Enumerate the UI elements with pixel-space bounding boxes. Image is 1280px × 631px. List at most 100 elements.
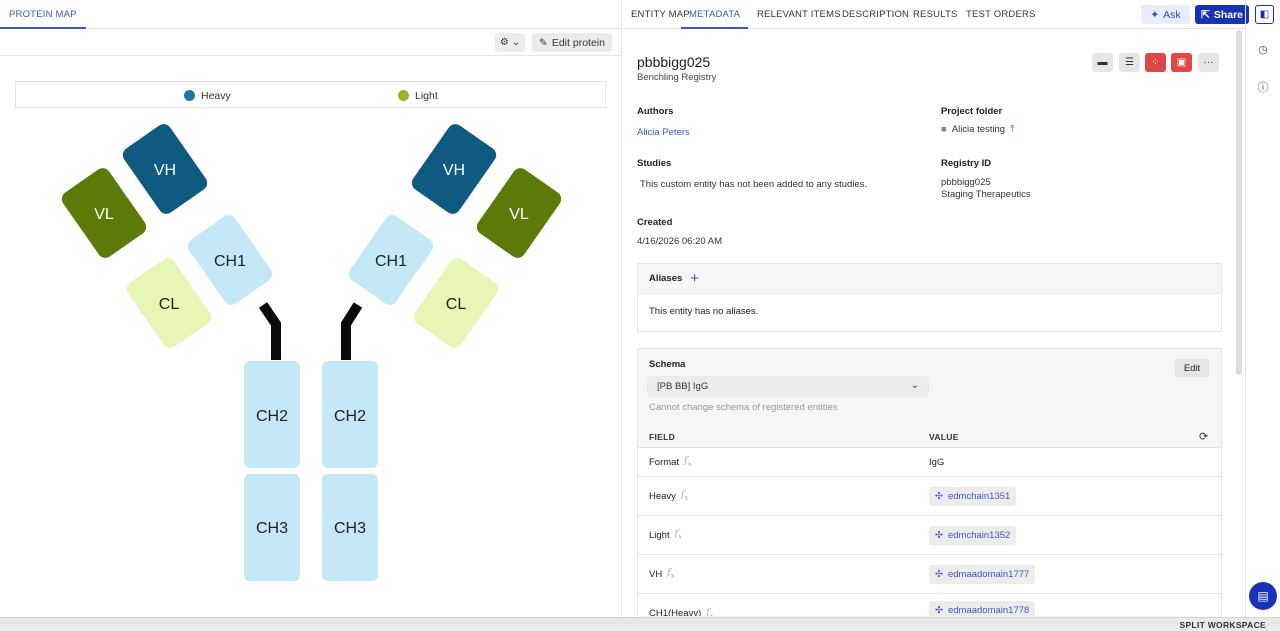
- tab-protein-map[interactable]: PROTEIN MAP: [0, 0, 86, 29]
- domain-ch2-right[interactable]: CH2: [322, 361, 378, 468]
- project-folder-value[interactable]: ■ Alicia testing ⤒: [941, 124, 1014, 135]
- tab-description[interactable]: DESCRIPTION: [842, 0, 909, 29]
- history-icon[interactable]: ◷: [1256, 42, 1270, 56]
- unregister-button[interactable]: ⁘: [1145, 53, 1166, 72]
- table-row: Format fx IgG: [638, 448, 1221, 477]
- protein-map-pane: PROTEIN MAP ⚙ ⌄ ✎ Edit protein Heavy Lig…: [0, 0, 622, 617]
- more-actions-button[interactable]: ···: [1198, 53, 1219, 72]
- share-button[interactable]: ⇱ Share: [1195, 5, 1249, 24]
- toggle-panel-button[interactable]: ◧: [1255, 5, 1274, 24]
- table-row: Light fx ✣ edmchain1352: [638, 516, 1221, 555]
- domain-vl-right[interactable]: VL: [474, 165, 565, 261]
- table-row: CH1(Heavy) fx ✣ edmaadomain1778: [638, 594, 1221, 616]
- domain-label: CL: [159, 296, 180, 313]
- domain-vl-left[interactable]: VL: [59, 165, 150, 261]
- entity-link-chip[interactable]: ✣ edmchain1351: [929, 486, 1017, 506]
- chevron-down-icon: ⌄: [511, 37, 521, 48]
- chip-label: edmchain1352: [947, 529, 1011, 541]
- tab-results[interactable]: RESULTS: [913, 0, 958, 29]
- metadata-scrollbar[interactable]: [1236, 30, 1242, 375]
- project-folder-label: Project folder: [941, 106, 1003, 117]
- edit-protein-label: Edit protein: [551, 36, 605, 49]
- author-link[interactable]: Alicia Peters: [637, 127, 690, 138]
- created-value: 4/16/2026 06:20 AM: [637, 236, 723, 247]
- chat-button[interactable]: ▤: [1249, 582, 1277, 610]
- domain-vh-right[interactable]: VH: [409, 121, 500, 217]
- field-value: ✣ edmaadomain1777: [929, 555, 1036, 593]
- created-label: Created: [637, 217, 673, 228]
- schema-panel: Schema Edit [PB BB] IgG ⌄ Cannot change …: [637, 348, 1222, 617]
- tab-relevant-items[interactable]: RELEVANT ITEMS: [757, 0, 841, 29]
- panel-toggle-icon: ◧: [1259, 9, 1270, 20]
- domain-label: CL: [446, 296, 467, 313]
- formula-icon: fx: [684, 456, 692, 468]
- hinge-right: [341, 302, 363, 360]
- field-value: IgG: [929, 456, 945, 468]
- sparkle-icon: ✦: [1150, 8, 1160, 21]
- settings-dropdown-button[interactable]: ⚙ ⌄: [495, 33, 525, 52]
- legend-item-light: Light: [398, 82, 438, 109]
- tab-metadata[interactable]: METADATA: [681, 0, 749, 29]
- authors-label: Authors: [637, 106, 674, 117]
- field-name: Heavy fx: [649, 477, 689, 515]
- domain-label: VH: [443, 162, 465, 179]
- domain-label: CH3: [334, 520, 366, 537]
- domain-cl-left[interactable]: CL: [124, 255, 215, 351]
- folder-icon: ■: [941, 124, 947, 135]
- entity-link-chip[interactable]: ✣ edmaadomain1778: [929, 600, 1036, 616]
- schema-label: Schema: [649, 359, 686, 370]
- aliases-empty: This entity has no aliases.: [649, 306, 759, 317]
- edit-protein-button[interactable]: ✎ Edit protein: [532, 33, 612, 52]
- info-icon[interactable]: ⓘ: [1256, 80, 1270, 94]
- project-folder-name: Alicia testing: [951, 124, 1006, 135]
- heavy-dot-icon: [184, 90, 195, 101]
- domain-ch1-right[interactable]: CH1: [346, 212, 437, 308]
- field-label: Format: [649, 456, 680, 468]
- chip-label: edmaadomain1777: [947, 568, 1030, 580]
- domain-label: CH3: [256, 520, 288, 537]
- tab-test-orders[interactable]: TEST ORDERS: [966, 0, 1036, 29]
- entity-name: pbbbigg025: [637, 54, 711, 70]
- move-to-folder-button[interactable]: ▬: [1092, 53, 1113, 72]
- field-name: VH fx: [649, 555, 675, 593]
- formula-icon: fx: [674, 529, 683, 541]
- studies-value: This custom entity has not been added to…: [640, 179, 868, 190]
- entity-link-chip[interactable]: ✣ edmchain1352: [929, 525, 1017, 545]
- ask-button[interactable]: ✦ Ask: [1141, 5, 1190, 24]
- legend-label-light: Light: [415, 89, 438, 102]
- schema-edit-button[interactable]: Edit: [1175, 359, 1209, 377]
- table-header: FIELD VALUE ⟳: [638, 424, 1221, 448]
- archive-icon: ▣: [1176, 57, 1187, 68]
- domain-ch2-left[interactable]: CH2: [244, 361, 300, 468]
- domain-label: VH: [154, 162, 176, 179]
- domain-ch1-left[interactable]: CH1: [185, 212, 276, 308]
- schema-select[interactable]: [PB BB] IgG ⌄: [647, 376, 929, 397]
- domain-label: CH1: [214, 253, 246, 270]
- share-icon: ⇱: [1201, 8, 1210, 21]
- aliases-panel: Aliases + This entity has no aliases.: [637, 263, 1222, 332]
- gear-icon: ⚙: [499, 37, 509, 48]
- entity-link-chip[interactable]: ✣ edmaadomain1777: [929, 564, 1036, 584]
- split-workspace-button[interactable]: SPLIT WORKSPACE: [1179, 620, 1266, 630]
- domain-ch3-left[interactable]: CH3: [244, 474, 300, 581]
- registry-id-label: Registry ID: [941, 158, 992, 169]
- archive-button[interactable]: ▣: [1171, 53, 1192, 72]
- legend-item-heavy: Heavy: [184, 82, 231, 109]
- field-value: ✣ edmaadomain1778: [929, 594, 1036, 616]
- schema-selected: [PB BB] IgG: [657, 381, 709, 392]
- sliders-icon: ☰: [1125, 57, 1134, 68]
- refresh-icon[interactable]: ⟳: [1199, 430, 1209, 443]
- light-dot-icon: [398, 90, 409, 101]
- right-rail: ◧ ◷ ⓘ ▤: [1245, 0, 1280, 617]
- add-alias-icon[interactable]: +: [690, 271, 699, 286]
- upload-icon[interactable]: ⤒: [1010, 124, 1014, 135]
- domain-vh-left[interactable]: VH: [120, 121, 211, 217]
- aliases-header: Aliases +: [638, 264, 1221, 294]
- domain-label: VL: [509, 206, 529, 223]
- chevron-down-icon: ⌄: [910, 380, 919, 391]
- domain-cl-right[interactable]: CL: [411, 255, 502, 351]
- registry-org: Staging Therapeutics: [941, 189, 1031, 200]
- field-name: Format fx: [649, 448, 692, 476]
- compare-button[interactable]: ☰: [1119, 53, 1140, 72]
- domain-ch3-right[interactable]: CH3: [322, 474, 378, 581]
